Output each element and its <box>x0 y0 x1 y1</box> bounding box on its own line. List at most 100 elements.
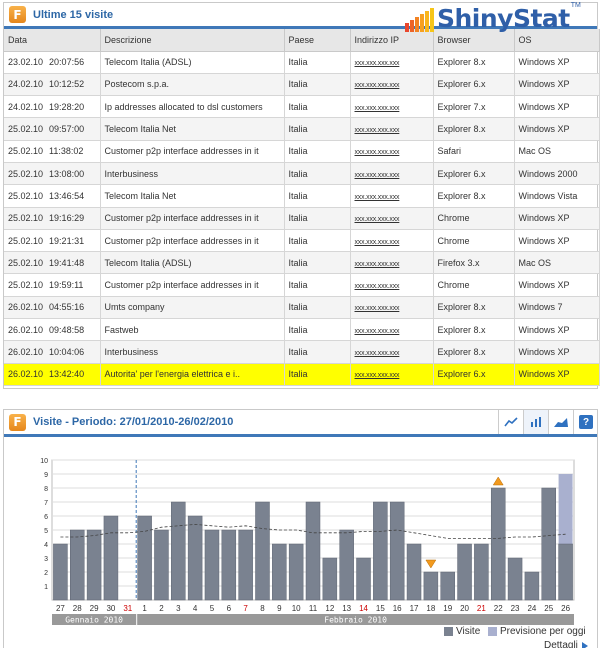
ip-link[interactable]: xxx.xxx.xxx.xxx <box>355 261 400 268</box>
date-value: 25.02.10 <box>8 146 44 157</box>
legend-swatch-forecast <box>488 627 497 636</box>
ip-link[interactable]: xxx.xxx.xxx.xxx <box>355 149 400 156</box>
x-tick-label: 12 <box>325 604 334 613</box>
visits-chart-panel: F Visite - Periodo: 27/01/2010-26/02/201… <box>3 409 598 648</box>
bar-chart-icon[interactable] <box>523 410 548 434</box>
cell-browser: Explorer 6.x <box>433 162 515 186</box>
cell-country: Italia <box>284 273 351 297</box>
ip-link[interactable]: xxx.xxx.xxx.xxx <box>355 127 400 134</box>
month-label: Febbraio 2010 <box>324 616 387 625</box>
date-value: 25.02.10 <box>8 168 44 179</box>
month-label: Gennaio 2010 <box>65 616 123 625</box>
ip-link[interactable]: xxx.xxx.xxx.xxx <box>355 305 400 312</box>
recent-visits-panel: F Ultime 15 visite Data Descrizione Paes… <box>3 2 600 389</box>
cell-ip[interactable]: xxx.xxx.xxx.xxx <box>350 51 434 74</box>
cell-ip[interactable]: xxx.xxx.xxx.xxx <box>350 273 434 297</box>
cell-os: Windows XP <box>514 207 600 230</box>
cell-ip[interactable]: xxx.xxx.xxx.xxx <box>350 162 434 186</box>
bar <box>272 543 287 601</box>
cell-ip[interactable]: xxx.xxx.xxx.xxx <box>350 207 434 230</box>
time-value: 13:46:54 <box>49 190 85 201</box>
ip-link[interactable]: xxx.xxx.xxx.xxx <box>355 216 400 223</box>
cell-os: Windows 7 <box>514 296 600 320</box>
bar <box>288 543 304 601</box>
cell-description: Autorita' per l'energia elettrica e i.. <box>100 363 285 386</box>
cell-os: Windows XP <box>514 340 600 364</box>
cell-ip[interactable]: xxx.xxx.xxx.xxx <box>350 340 434 364</box>
bar <box>507 557 523 601</box>
cell-ip[interactable]: xxx.xxx.xxx.xxx <box>350 318 434 342</box>
x-tick-label: 15 <box>376 604 385 613</box>
cell-country: Italia <box>284 340 351 364</box>
cell-description: Customer p2p interface addresses in it <box>100 229 285 253</box>
line-chart-icon[interactable] <box>498 410 523 434</box>
column-header-ip: Indirizzo IP <box>350 29 434 52</box>
ip-link[interactable]: xxx.xxx.xxx.xxx <box>355 239 400 246</box>
table-row: 23.02.10 20:07:56 Telecom Italia (ADSL) Ita… <box>4 51 600 74</box>
cell-ip[interactable]: xxx.xxx.xxx.xxx <box>350 95 434 119</box>
cell-ip[interactable]: xxx.xxx.xxx.xxx <box>350 73 434 97</box>
cell-country: Italia <box>284 73 351 97</box>
x-tick-label: 14 <box>359 604 368 613</box>
cell-ip[interactable]: xxx.xxx.xxx.xxx <box>350 251 434 275</box>
bar <box>103 515 119 601</box>
legend-label-visits: Visite <box>456 626 481 637</box>
cell-browser: Explorer 8.x <box>433 184 515 208</box>
table-row: 24.02.10 10:12:52 Postecom s.p.a. Italia xxx… <box>4 73 600 97</box>
ip-link[interactable]: xxx.xxx.xxx.xxx <box>355 328 400 335</box>
cell-ip[interactable]: xxx.xxx.xxx.xxx <box>350 229 434 253</box>
ip-link[interactable]: xxx.xxx.xxx.xxx <box>355 194 400 201</box>
x-tick-label: 16 <box>393 604 402 613</box>
bar <box>558 543 573 601</box>
cell-date: 26.02.10 10:04:06 <box>4 340 101 364</box>
x-tick-label: 2 <box>159 604 164 613</box>
x-tick-label: 4 <box>193 604 198 613</box>
help-button[interactable]: ? <box>573 410 598 434</box>
area-chart-icon[interactable] <box>548 410 573 434</box>
x-tick-label: 26 <box>561 604 570 613</box>
x-tick-label: 25 <box>544 604 553 613</box>
shinystat-f-icon: F <box>9 413 26 431</box>
cell-description: Interbusiness <box>100 162 285 186</box>
cell-date: 26.02.10 04:55:16 <box>4 296 101 320</box>
cell-description: Telecom Italia Net <box>100 184 285 208</box>
date-value: 24.02.10 <box>8 101 44 112</box>
cell-description: Umts company <box>100 296 285 320</box>
cell-date: 25.02.10 19:21:31 <box>4 229 101 253</box>
time-value: 11:38:02 <box>49 146 84 157</box>
ip-link[interactable]: xxx.xxx.xxx.xxx <box>355 105 400 112</box>
cell-ip[interactable]: xxx.xxx.xxx.xxx <box>350 296 434 320</box>
cell-ip[interactable]: xxx.xxx.xxx.xxx <box>350 184 434 208</box>
legend-swatch-visits <box>444 627 453 636</box>
cell-date: 25.02.10 09:57:00 <box>4 117 101 141</box>
time-value: 19:59:11 <box>49 280 84 291</box>
visits-bar-chart: 1234567891027 28 29 30 31 1 2 3 4 5 6 7 8 9 10 11 12 13 14… <box>40 458 575 625</box>
details-link[interactable]: Dettagli <box>544 640 588 648</box>
cell-description: Interbusiness <box>100 340 285 364</box>
cell-browser: Explorer 8.x <box>433 296 515 320</box>
date-value: 25.02.10 <box>8 213 44 224</box>
x-tick-label: 6 <box>227 604 232 613</box>
table-row: 26.02.10 09:48:58 Fastweb Italia xxx.xxx.xxx… <box>4 318 600 342</box>
date-value: 25.02.10 <box>8 124 44 135</box>
table-row: 25.02.10 13:46:54 Telecom Italia Net Italia… <box>4 184 600 208</box>
ip-link[interactable]: xxx.xxx.xxx.xxx <box>355 283 400 290</box>
cell-ip[interactable]: xxx.xxx.xxx.xxx <box>350 117 434 141</box>
y-tick-label: 10 <box>40 458 48 465</box>
cell-ip[interactable]: xxx.xxx.xxx.xxx <box>350 140 434 163</box>
cell-country: Italia <box>284 51 351 74</box>
time-value: 10:12:52 <box>49 79 85 90</box>
ip-link[interactable]: xxx.xxx.xxx.xxx <box>355 372 400 379</box>
ip-link[interactable]: xxx.xxx.xxx.xxx <box>355 350 400 357</box>
cell-os: Mac OS <box>514 140 600 163</box>
ip-link[interactable]: xxx.xxx.xxx.xxx <box>355 82 400 89</box>
date-value: 25.02.10 <box>8 235 44 246</box>
cell-os: Windows XP <box>514 73 600 97</box>
bar <box>322 557 338 601</box>
ip-link[interactable]: xxx.xxx.xxx.xxx <box>355 60 400 67</box>
bar <box>86 529 102 601</box>
y-tick-label: 6 <box>44 514 48 521</box>
x-tick-label: 18 <box>426 604 435 613</box>
ip-link[interactable]: xxx.xxx.xxx.xxx <box>355 172 400 179</box>
cell-ip[interactable]: xxx.xxx.xxx.xxx <box>350 363 434 386</box>
